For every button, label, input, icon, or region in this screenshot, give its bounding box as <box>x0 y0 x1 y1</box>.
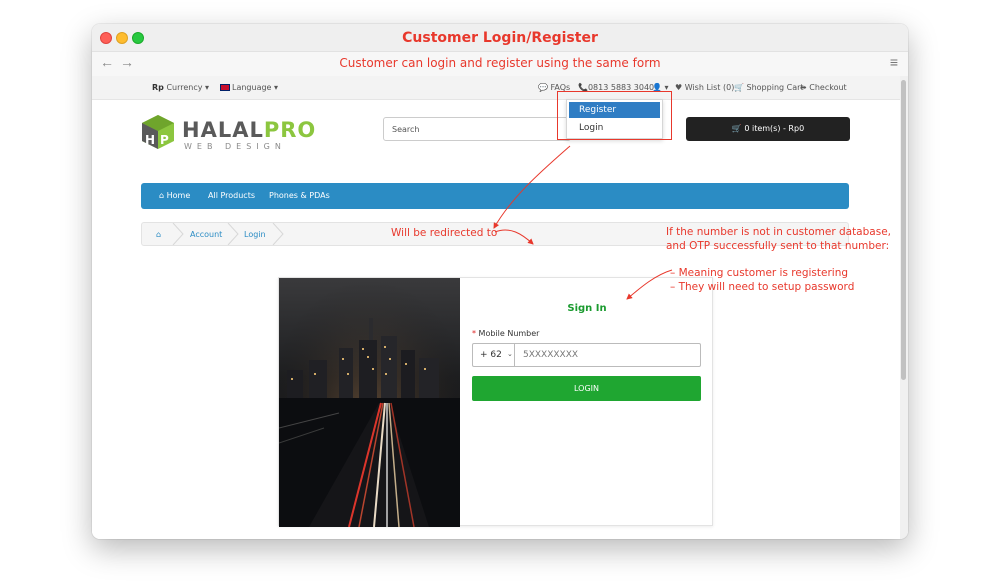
page-scrollbar[interactable] <box>900 76 908 539</box>
mobile-number-label: * Mobile Number <box>472 329 539 338</box>
breadcrumb-home-icon[interactable]: ⌂ <box>156 230 161 239</box>
hamburger-menu-icon[interactable]: ≡ <box>890 54 898 70</box>
sign-in-title: Sign In <box>567 303 607 314</box>
cart-button[interactable]: 🛒 0 item(s) - Rp0 <box>686 117 850 141</box>
shopping-cart-label: Shopping Cart <box>746 83 804 92</box>
meaning-note-line2: – They will need to setup password <box>670 281 855 293</box>
condition-note-line2: and OTP successfully sent to that number… <box>666 240 890 252</box>
heart-icon: ♥ <box>675 83 683 92</box>
share-arrow-icon: ➦ <box>800 83 807 92</box>
logo-tagline: WEB DESIGN <box>184 142 286 151</box>
scrollbar-thumb[interactable] <box>901 80 906 380</box>
logo-name-pro: PRO <box>263 118 317 142</box>
nav-home[interactable]: ⌂ Home <box>159 191 190 200</box>
sign-in-card: Sign In * Mobile Number + 62 ⌄ 5XXXXXXXX … <box>278 277 713 527</box>
cart-button-label: 0 item(s) - Rp0 <box>744 124 805 133</box>
nav-all-products[interactable]: All Products <box>208 191 255 200</box>
web-page: Rp Currency ▾ Language ▾ 💬 FAQs 📞0813 58… <box>92 76 900 539</box>
wishlist-label: Wish List (0) <box>684 83 735 92</box>
logo-name-halal: HALAL <box>182 118 264 142</box>
wishlist-link[interactable]: ♥ Wish List (0) <box>675 83 734 92</box>
svg-text:H: H <box>145 133 155 147</box>
meaning-note-line1: – Meaning customer is registering <box>670 267 849 279</box>
main-nav: ⌂ Home All Products Phones & PDAs <box>141 183 849 209</box>
currency-symbol: Rp <box>152 83 164 92</box>
mobile-number-field: + 62 ⌄ 5XXXXXXXX <box>472 343 701 367</box>
search-input[interactable]: Search <box>383 117 571 141</box>
cart-icon: 🛒 <box>734 83 744 92</box>
currency-label: Currency ▾ <box>166 83 210 92</box>
nav-phones-pdas[interactable]: Phones & PDAs <box>269 191 330 200</box>
checkout-label: Checkout <box>809 83 847 92</box>
mobile-number-input[interactable]: 5XXXXXXXX <box>523 350 578 360</box>
condition-note-line1: If the number is not in customer databas… <box>666 226 891 238</box>
breadcrumb-separator-icon <box>172 223 184 245</box>
browser-toolbar: ← → Customer can login and register usin… <box>92 52 908 76</box>
currency-selector[interactable]: Rp Currency ▾ <box>152 83 209 92</box>
page-subtitle: Customer can login and register using th… <box>339 56 661 70</box>
home-icon: ⌂ <box>159 191 165 200</box>
language-selector[interactable]: Language ▾ <box>220 83 278 92</box>
svg-text:P: P <box>160 133 169 147</box>
breadcrumb-separator-icon <box>227 223 239 245</box>
redirect-note: Will be redirected to <box>391 227 498 239</box>
shopping-cart-link[interactable]: 🛒 Shopping Cart <box>734 83 804 92</box>
required-asterisk: * <box>472 329 476 338</box>
chat-bubbles-icon: 💬 <box>538 83 548 92</box>
logo-wordmark[interactable]: HALALPRO <box>182 118 316 142</box>
login-button[interactable]: LOGIN <box>472 376 701 401</box>
language-label: Language ▾ <box>232 83 279 92</box>
utility-bar: Rp Currency ▾ Language ▾ 💬 FAQs 📞0813 58… <box>92 76 900 100</box>
checkout-link[interactable]: ➦ Checkout <box>800 83 847 92</box>
halalpro-logo-icon: H P <box>142 115 174 149</box>
mobile-number-label-text: Mobile Number <box>478 329 540 338</box>
dropdown-highlight-box <box>557 91 672 140</box>
title-bar: Customer Login/Register <box>92 24 908 52</box>
uk-flag-icon <box>220 84 230 91</box>
chevron-down-icon: ⌄ <box>507 350 513 358</box>
breadcrumb-login[interactable]: Login <box>244 230 266 239</box>
country-code-value: + 62 <box>480 350 502 360</box>
cart-icon: 🛒 <box>731 124 742 133</box>
city-night-photo <box>279 278 460 527</box>
window-title: Customer Login/Register <box>402 30 598 46</box>
country-code-select[interactable]: + 62 ⌄ <box>473 344 515 366</box>
nav-home-label: Home <box>166 191 191 200</box>
breadcrumb-separator-icon <box>272 223 284 245</box>
breadcrumb-account[interactable]: Account <box>190 230 222 239</box>
